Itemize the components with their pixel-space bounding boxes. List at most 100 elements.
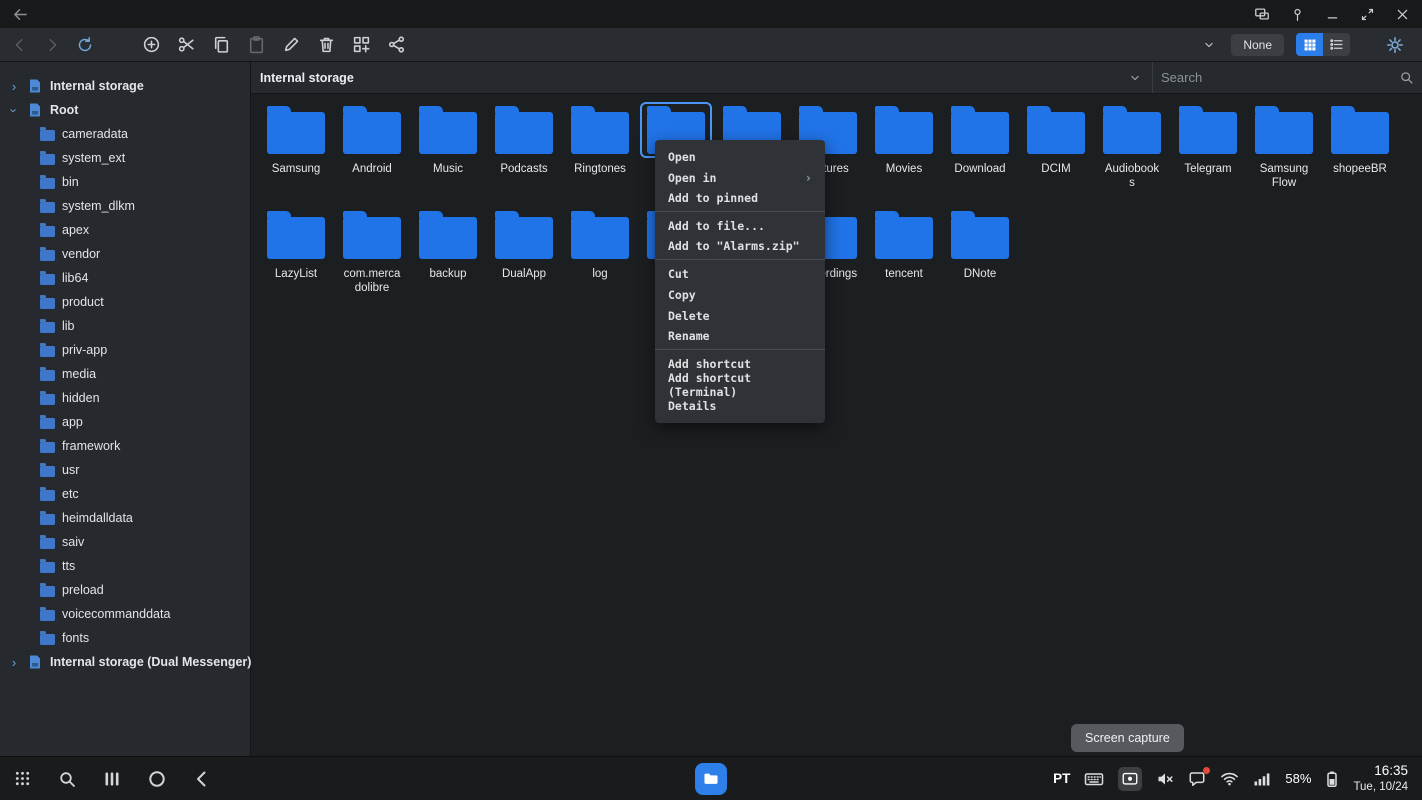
chevron-right-icon[interactable]: › [8, 655, 20, 670]
nav-back-icon[interactable] [12, 37, 28, 53]
folder-item[interactable]: backup [410, 207, 486, 312]
context-menu-item[interactable]: Open [655, 146, 825, 167]
context-menu-item[interactable]: Rename [655, 326, 825, 350]
nav-forward-icon[interactable] [44, 37, 60, 53]
sidebar-folder-item[interactable]: usr [0, 458, 250, 482]
refresh-icon[interactable] [76, 36, 94, 54]
chevron-right-icon[interactable]: › [8, 79, 20, 94]
signal-icon[interactable] [1253, 770, 1271, 788]
folder-item[interactable]: Ringtones [562, 102, 638, 207]
sidebar-folder-item[interactable]: etc [0, 482, 250, 506]
context-menu-item[interactable]: Add to file... [655, 215, 825, 236]
folder-item[interactable]: Download [942, 102, 1018, 207]
filter-none-button[interactable]: None [1231, 34, 1284, 56]
sidebar-folder-item[interactable]: system_dlkm [0, 194, 250, 218]
action-group [142, 35, 406, 54]
sidebar-folder-item[interactable]: priv-app [0, 338, 250, 362]
home-icon[interactable] [148, 770, 166, 788]
sidebar-folder-item[interactable]: hidden [0, 386, 250, 410]
edit-icon[interactable] [282, 35, 301, 54]
context-menu-item[interactable]: Add shortcut (Terminal) [655, 374, 825, 395]
sidebar-folder-item[interactable]: saiv [0, 530, 250, 554]
folder-item[interactable]: log [562, 207, 638, 312]
clock[interactable]: 16:35 Tue, 10/24 [1353, 763, 1408, 794]
search-input[interactable] [1161, 70, 1399, 85]
search-icon[interactable] [58, 770, 76, 788]
context-menu-item[interactable]: Add to pinned [655, 188, 825, 212]
sidebar-folder-item[interactable]: preload [0, 578, 250, 602]
context-menu-item[interactable]: Copy [655, 284, 825, 305]
context-menu-item[interactable]: Open in › [655, 167, 825, 188]
screen-capture-icon[interactable] [1118, 767, 1142, 791]
my-files-app-icon[interactable] [695, 763, 727, 795]
sidebar-folder-item[interactable]: apex [0, 218, 250, 242]
folder-item[interactable]: Movies [866, 102, 942, 207]
recents-icon[interactable] [103, 770, 121, 788]
notification-icon[interactable] [1188, 770, 1206, 788]
folder-item[interactable]: tencent [866, 207, 942, 312]
sidebar-folder-item[interactable]: bin [0, 170, 250, 194]
folder-item[interactable]: Android [334, 102, 410, 207]
share-icon[interactable] [387, 35, 406, 54]
sidebar-item-root[interactable]: › Root [0, 98, 250, 122]
folder-icon [267, 112, 325, 154]
mute-icon[interactable] [1156, 770, 1174, 788]
sidebar-item-dual-messenger[interactable]: › Internal storage (Dual Messenger) [0, 650, 250, 674]
pin-icon[interactable] [1290, 7, 1305, 22]
window-back-icon[interactable] [12, 6, 29, 23]
folder-item[interactable]: shopeeBR [1322, 102, 1398, 207]
add-icon[interactable] [142, 35, 161, 54]
copy-icon[interactable] [212, 35, 231, 54]
sidebar-folder-item[interactable]: heimdalldata [0, 506, 250, 530]
grid-view-button[interactable] [1296, 33, 1323, 56]
sidebar-folder-item[interactable]: lib [0, 314, 250, 338]
folder-item[interactable]: Music [410, 102, 486, 207]
list-view-button[interactable] [1323, 33, 1350, 56]
keyboard-icon[interactable] [1084, 769, 1104, 789]
external-display-icon[interactable] [1254, 6, 1270, 22]
multi-select-icon[interactable] [352, 35, 371, 54]
sidebar-folder-item[interactable]: cameradata [0, 122, 250, 146]
sidebar-folder-item[interactable]: vendor [0, 242, 250, 266]
sidebar-folder-item[interactable]: lib64 [0, 266, 250, 290]
folder-item[interactable]: com.mercadolibre [334, 207, 410, 312]
folder-item[interactable]: DualApp [486, 207, 562, 312]
sidebar-folder-item[interactable]: media [0, 362, 250, 386]
restore-icon[interactable] [1360, 7, 1375, 22]
context-menu-item[interactable]: Cut [655, 263, 825, 284]
folder-item[interactable]: Samsung Flow [1246, 102, 1322, 207]
close-icon[interactable] [1395, 7, 1410, 22]
path-chevron-down-icon[interactable] [1128, 71, 1152, 85]
folder-item[interactable]: Telegram [1170, 102, 1246, 207]
context-menu-item[interactable]: Delete [655, 305, 825, 326]
settings-gear-icon[interactable] [1386, 36, 1404, 54]
sidebar-folder-item[interactable]: app [0, 410, 250, 434]
folder-item[interactable]: LazyList [258, 207, 334, 312]
sidebar-item-internal-storage[interactable]: › Internal storage [0, 74, 250, 98]
sidebar-folder-item[interactable]: fonts [0, 626, 250, 650]
paste-icon[interactable] [247, 35, 266, 54]
wifi-icon[interactable] [1220, 769, 1239, 788]
folder-item[interactable]: Podcasts [486, 102, 562, 207]
cut-icon[interactable] [177, 35, 196, 54]
apps-grid-icon[interactable] [14, 770, 31, 787]
sidebar-folder-item[interactable]: tts [0, 554, 250, 578]
sidebar-folder-item[interactable]: system_ext [0, 146, 250, 170]
search-icon[interactable] [1399, 70, 1414, 85]
chevron-expanded-icon[interactable]: › [7, 104, 22, 116]
folder-item[interactable]: DNote [942, 207, 1018, 312]
folder-item[interactable]: Samsung [258, 102, 334, 207]
sidebar-folder-item[interactable]: product [0, 290, 250, 314]
minimize-icon[interactable] [1325, 7, 1340, 22]
breadcrumb[interactable]: Internal storage [251, 71, 354, 85]
back-icon[interactable] [193, 770, 211, 788]
sort-chevron-icon[interactable] [1197, 33, 1221, 57]
folder-item[interactable]: DCIM [1018, 102, 1094, 207]
sidebar-folder-item[interactable]: framework [0, 434, 250, 458]
keyboard-language[interactable]: PT [1053, 771, 1070, 786]
folder-item[interactable]: Audiobooks [1094, 102, 1170, 207]
sidebar-folder-item[interactable]: voicecommanddata [0, 602, 250, 626]
delete-icon[interactable] [317, 35, 336, 54]
toolbar: None [0, 28, 1422, 62]
context-menu-item[interactable]: Add to "Alarms.zip" [655, 236, 825, 260]
